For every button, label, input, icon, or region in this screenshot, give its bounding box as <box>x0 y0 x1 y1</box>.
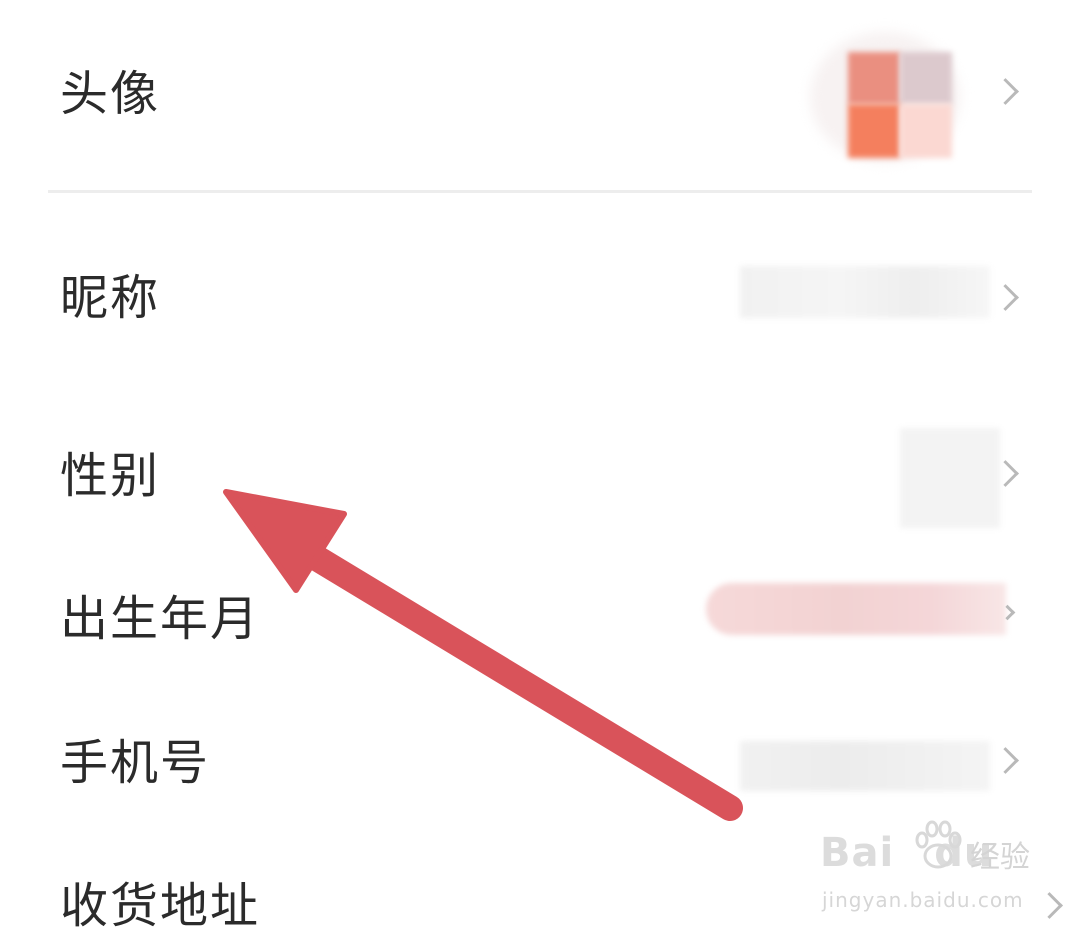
baidu-jingyan-watermark: Bai du 经验 jingyan.baidu.com <box>820 820 1050 930</box>
paw-icon <box>915 820 962 869</box>
watermark-url: jingyan.baidu.com <box>822 888 1024 912</box>
profile-settings-screen: 头像 昵称 性别 出生年月 手机号 收货地址 Bai du 经验 jingyan… <box>0 0 1076 952</box>
watermark-jingyan: 经验 <box>970 840 1030 875</box>
annotation-arrow <box>223 489 743 821</box>
